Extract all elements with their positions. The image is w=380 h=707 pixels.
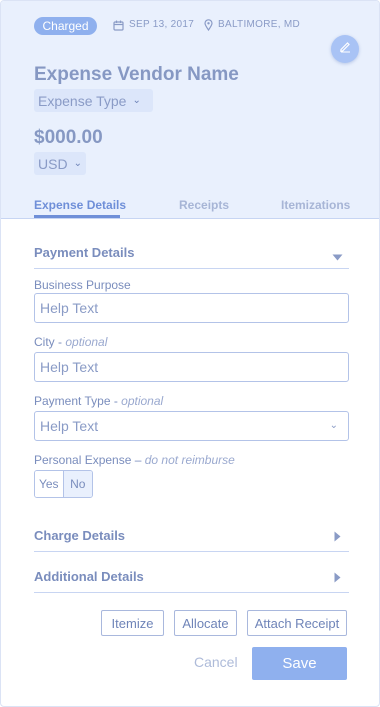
caret-right-icon xyxy=(334,530,341,545)
toggle-yes[interactable]: Yes xyxy=(35,471,64,497)
chevron-down-icon: ⌄ xyxy=(132,95,141,106)
chevron-down-icon: ⌄ xyxy=(329,420,338,431)
calendar-icon xyxy=(113,20,124,31)
attach-receipt-button[interactable]: Attach Receipt xyxy=(247,610,347,636)
personal-expense-toggle: Yes No xyxy=(34,470,93,498)
caret-down-icon xyxy=(332,249,343,264)
section-charge-details[interactable]: Charge Details xyxy=(34,528,349,552)
toggle-no[interactable]: No xyxy=(63,471,92,497)
location-text: BALTIMORE, MD xyxy=(218,19,301,30)
section-additional-details[interactable]: Additional Details xyxy=(34,569,349,593)
optional-hint: optional xyxy=(121,394,164,408)
section-title: Charge Details xyxy=(34,528,126,543)
tab-receipts[interactable]: Receipts xyxy=(179,198,229,212)
cancel-button[interactable]: Cancel xyxy=(194,654,238,670)
business-purpose-label: Business Purpose xyxy=(34,278,131,292)
payment-type-value: Help Text xyxy=(40,418,99,434)
reimburse-note: do not reimburse xyxy=(144,453,235,467)
itemize-button[interactable]: Itemize xyxy=(101,610,164,636)
section-payment-details[interactable]: Payment Details xyxy=(34,245,349,269)
city-label: City - optional xyxy=(34,335,108,349)
section-title: Additional Details xyxy=(34,569,144,584)
save-button[interactable]: Save xyxy=(252,647,347,680)
map-pin-icon xyxy=(204,19,213,31)
active-tab-indicator xyxy=(34,215,120,218)
tab-itemizations[interactable]: Itemizations xyxy=(281,198,350,212)
expense-location: BALTIMORE, MD xyxy=(204,18,300,32)
business-purpose-input[interactable]: Help Text xyxy=(34,293,349,323)
expense-header: Charged SEP 13, 2017 BALTIMORE, MD Expen… xyxy=(1,1,379,219)
expense-type-dropdown[interactable]: Expense Type ⌄ xyxy=(34,89,153,112)
currency-dropdown[interactable]: USD ⌄ xyxy=(34,152,86,175)
personal-expense-label: Personal Expense – do not reimburse xyxy=(34,453,235,467)
date-text: SEP 13, 2017 xyxy=(129,19,195,30)
expense-type-value: Expense Type xyxy=(38,92,127,109)
pencil-icon xyxy=(339,40,352,58)
expense-card: Charged SEP 13, 2017 BALTIMORE, MD Expen… xyxy=(0,0,380,707)
city-input[interactable]: Help Text xyxy=(34,352,349,382)
edit-button[interactable] xyxy=(331,35,359,63)
payment-type-select[interactable]: Help Text ⌄ xyxy=(34,411,349,441)
currency-value: USD xyxy=(38,155,68,172)
section-title: Payment Details xyxy=(34,245,135,260)
payment-type-label: Payment Type - optional xyxy=(34,394,164,408)
vendor-name: Expense Vendor Name xyxy=(34,64,239,85)
allocate-button[interactable]: Allocate xyxy=(174,610,237,636)
expense-amount: $000.00 xyxy=(34,127,103,148)
expense-date: SEP 13, 2017 xyxy=(113,18,194,32)
optional-hint: optional xyxy=(65,335,108,349)
tab-expense-details[interactable]: Expense Details xyxy=(34,198,126,212)
chevron-down-icon: ⌄ xyxy=(73,158,82,169)
caret-right-icon xyxy=(334,571,341,586)
status-badge: Charged xyxy=(34,17,97,35)
